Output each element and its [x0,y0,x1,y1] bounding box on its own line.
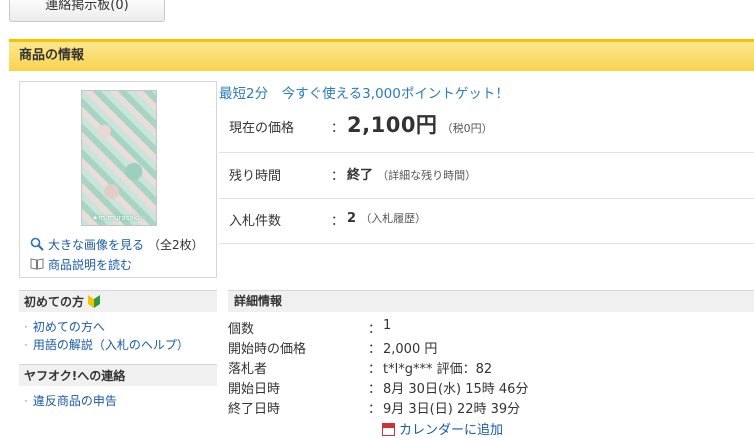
detail-row-start-price: 開始時の価格 ： 2,000 円 [228,338,754,358]
image-panel: ★m.murasaki☆ 大きな画像を見る （全2枚） 商品説明を読む [19,81,217,278]
section-title: 商品の情報 [9,39,754,71]
time-left-value: 終了 [347,168,374,183]
colon: ： [368,342,382,357]
detailed-time-left-link[interactable]: （詳細な残り時間） [377,169,476,182]
bid-count-value-group: 2 （入札履歴） [347,210,426,226]
beginners-guide-link[interactable]: 初めての方へ [33,320,105,334]
beginners-heading: 初めての方 [19,290,217,312]
detail-label: 開始日時 [228,382,281,397]
price-amount: 2,100円 [347,113,438,137]
add-to-calendar-link[interactable]: カレンダーに追加 [382,419,503,438]
book-icon [30,258,44,270]
bullet: · [24,338,28,352]
colon: ： [368,322,382,337]
bid-count-row: 入札件数 ： 2 （入札履歴） [219,199,754,244]
read-description-link[interactable]: 商品説明を読む [30,256,132,273]
contact-heading: ヤフオク!への連絡 [19,364,217,386]
current-price-label: 現在の価格 [229,121,295,136]
detail-value: 2,000 円 [383,342,438,357]
colon: ： [331,121,345,136]
image-count-note: （全2枚） [148,238,204,252]
sidebar-item-glossary[interactable]: · 用語の解説（入札のヘルプ） [24,336,189,353]
detail-value: t*l*g*** 評価：82 [383,362,493,377]
beginner-mark-icon [88,295,101,308]
message-board-tab[interactable]: 連絡掲示板(0) [9,0,165,22]
detail-value: 1 [383,318,392,333]
detail-label: 個数 [228,322,255,337]
magnifier-icon [30,237,44,251]
detail-label: 終了日時 [228,402,281,417]
sidebar-item-beginners-guide[interactable]: · 初めての方へ [24,318,105,335]
colon: ： [331,214,345,229]
view-large-image-label[interactable]: 大きな画像を見る [48,238,144,252]
detail-label: 開始時の価格 [228,342,307,357]
tax-note: （税0円） [441,122,493,135]
bid-history-link[interactable]: （入札履歴） [360,212,426,225]
details-heading: 詳細情報 [228,290,754,312]
calendar-icon [382,423,395,436]
current-price-value: 2,100円 （税0円） [347,109,493,139]
detail-row-winner: 落札者 ： t*l*g*** 評価：82 [228,358,754,378]
current-price-row: 現在の価格 ： 2,100円 （税0円） [219,104,754,153]
detail-row-start-date: 開始日時 ： 8月 30日(水) 15時 46分 [228,378,754,398]
detail-value: 8月 30日(水) 15時 46分 [383,382,529,397]
read-description-label[interactable]: 商品説明を読む [48,258,132,272]
time-left-value-group: 終了 （詳細な残り時間） [347,164,476,183]
bid-count-value: 2 [347,211,357,226]
bullet: · [24,394,28,408]
thumbnail-watermark: ★m.murasaki☆ [92,214,146,222]
time-left-label: 残り時間 [229,169,282,184]
view-large-image-link[interactable]: 大きな画像を見る （全2枚） [30,236,204,253]
colon: ： [331,169,345,184]
colon: ： [368,402,382,417]
detail-row-quantity: 個数 ： 1 [228,318,754,338]
detail-row-end-date: 終了日時 ： 9月 3日(日) 22時 39分 [228,398,754,418]
beginners-title: 初めての方 [24,295,85,309]
bullet: · [24,320,28,334]
detail-value: 9月 3日(日) 22時 39分 [383,402,521,417]
points-promo-link[interactable]: 最短2分 今すぐ使える3,000ポイントゲット！ [219,82,509,102]
product-thumbnail[interactable]: ★m.murasaki☆ [81,90,157,226]
report-violation-link[interactable]: 違反商品の申告 [33,394,117,408]
sidebar-item-report-violation[interactable]: · 違反商品の申告 [24,392,117,409]
colon: ： [368,382,382,397]
time-left-row: 残り時間 ： 終了 （詳細な残り時間） [219,153,754,199]
detail-label: 落札者 [228,362,268,377]
glossary-link[interactable]: 用語の解説（入札のヘルプ） [33,338,189,352]
colon: ： [368,362,382,377]
bid-count-label: 入札件数 [229,214,282,229]
